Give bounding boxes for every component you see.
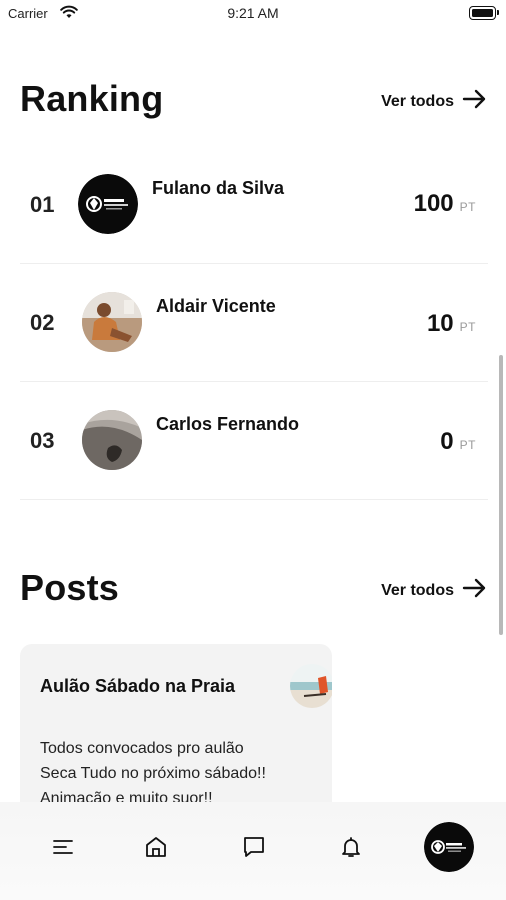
ranking-see-all-link[interactable]: Ver todos bbox=[381, 88, 488, 115]
ranking-row[interactable]: 02 Aldair Vicente 10 PT bbox=[20, 264, 488, 382]
status-time: 9:21 AM bbox=[227, 5, 279, 21]
ranking-title: Ranking bbox=[20, 78, 164, 119]
post-thumbnail bbox=[290, 664, 332, 708]
status-bar: Carrier 9:21 AM bbox=[0, 0, 506, 28]
tribe-logo-avatar bbox=[78, 174, 138, 234]
rank-name: Aldair Vicente bbox=[156, 296, 276, 316]
rank-score: 0 PT bbox=[440, 428, 476, 456]
ranking-row[interactable]: 01 Fulano da Silva 100 PT bbox=[20, 146, 488, 264]
score-unit: PT bbox=[459, 320, 476, 334]
posts-title: Posts bbox=[20, 567, 120, 608]
rank-position: 02 bbox=[30, 310, 55, 335]
arrow-right-icon bbox=[462, 88, 488, 115]
ranking-header: Ranking Ver todos bbox=[20, 78, 488, 122]
rank-score: 100 PT bbox=[414, 190, 476, 218]
score-value: 0 bbox=[440, 428, 454, 455]
shadow-photo-avatar bbox=[82, 410, 142, 470]
battery-icon bbox=[469, 6, 499, 20]
rank-position: 03 bbox=[30, 428, 55, 453]
rank-name: Carlos Fernando bbox=[156, 414, 300, 434]
chat-icon[interactable] bbox=[239, 832, 269, 862]
menu-icon[interactable] bbox=[48, 832, 78, 862]
tab-bar bbox=[0, 802, 506, 900]
score-value: 100 bbox=[413, 190, 454, 217]
profile-avatar[interactable] bbox=[424, 822, 474, 872]
bell-icon[interactable] bbox=[336, 832, 366, 862]
posts-see-all-link[interactable]: Ver todos bbox=[381, 577, 488, 604]
posts-header: Posts Ver todos bbox=[20, 567, 488, 611]
rank-name: Fulano da Silva bbox=[152, 178, 285, 198]
score-value: 10 bbox=[426, 310, 454, 337]
arrow-right-icon bbox=[462, 577, 488, 604]
beach-photo-avatar bbox=[82, 292, 142, 352]
home-icon[interactable] bbox=[141, 832, 171, 862]
rank-position: 01 bbox=[30, 192, 55, 217]
scrollbar[interactable] bbox=[499, 355, 503, 635]
see-all-label: Ver todos bbox=[381, 581, 454, 599]
post-body: Todos convocados pro aulão Seca Tudo no … bbox=[40, 740, 266, 807]
score-unit: PT bbox=[459, 438, 476, 452]
score-unit: PT bbox=[459, 200, 476, 214]
see-all-label: Ver todos bbox=[381, 92, 454, 110]
ranking-row[interactable]: 03 Carlos Fernando 0 PT bbox=[20, 382, 488, 500]
rank-score: 10 PT bbox=[427, 310, 476, 338]
post-title: Aulão Sábado na Praia bbox=[40, 676, 236, 696]
